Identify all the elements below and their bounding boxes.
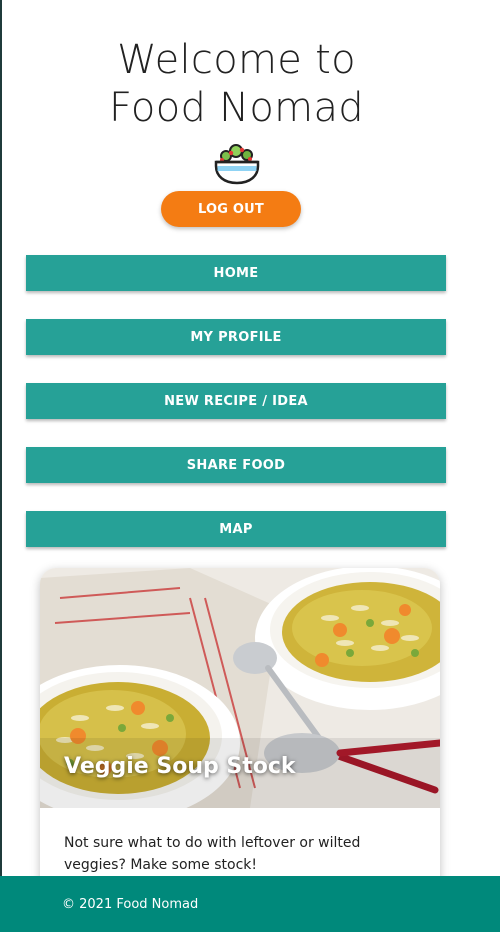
recipe-description: Not sure what to do with leftover or wil… — [64, 835, 361, 873]
title-line-2: Food Nomad — [109, 85, 364, 131]
page-title: Welcome to Food Nomad — [0, 36, 473, 132]
recipe-card[interactable]: Veggie Soup Stock Not sure what to do wi… — [40, 568, 440, 908]
title-line-1: Welcome to — [117, 37, 356, 83]
salad-bowl-icon — [214, 144, 259, 185]
nav-share-food-button[interactable]: SHARE FOOD — [26, 447, 446, 483]
footer-copyright: © 2021 Food Nomad — [62, 896, 199, 912]
page-header: Welcome to Food Nomad — [0, 36, 473, 186]
nav-map-button[interactable]: MAP — [26, 511, 446, 547]
nav-new-recipe-button[interactable]: NEW RECIPE / IDEA — [26, 383, 446, 419]
nav-my-profile-button[interactable]: MY PROFILE — [26, 319, 446, 355]
logout-button[interactable]: LOG OUT — [161, 191, 301, 227]
recipe-title[interactable]: Veggie Soup Stock — [64, 754, 296, 779]
nav-home-button[interactable]: HOME — [26, 255, 446, 291]
page-footer: © 2021 Food Nomad — [0, 876, 500, 932]
